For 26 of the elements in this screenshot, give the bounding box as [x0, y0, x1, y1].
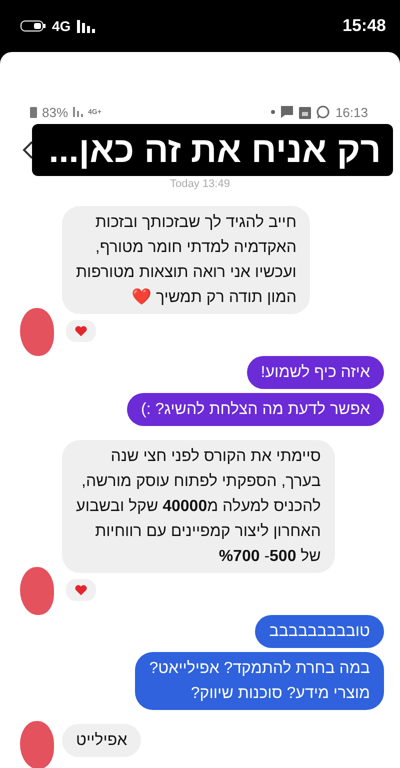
caption-overlay: רק אניח את זה כאן... [32, 124, 393, 176]
network-label: 4G [52, 18, 71, 34]
sent-message: איזה כיף לשמוע! [246, 356, 384, 389]
signal-icon [73, 107, 84, 117]
heart-icon [74, 583, 88, 597]
sent-message: אפשר לדעת מה הצלחת להשיג? :) [127, 393, 384, 426]
message-icon [280, 105, 294, 119]
redaction-blob [20, 567, 54, 615]
clock: 16:13 [335, 104, 368, 120]
calendar-icon [299, 106, 312, 118]
signal-icon [76, 20, 95, 32]
battery-icon [20, 20, 46, 32]
battery-icon [30, 106, 37, 118]
heart-icon [74, 324, 88, 338]
sent-message: במה בחרת להתמקד? אפילייאט? מוצרי מידע? סוכנות שיווק? [135, 652, 384, 710]
received-message: אפילייט [62, 724, 142, 757]
chat-bubble-icon [316, 105, 330, 119]
sent-message: טובבבבבבבבב [255, 615, 384, 648]
battery-percent: 83% [42, 104, 68, 120]
back-icon[interactable] [22, 140, 34, 160]
dot-icon [271, 110, 276, 114]
clock: 15:48 [342, 16, 386, 36]
redaction-blob [20, 308, 54, 356]
received-message: חייב להגיד לך שבזכותך ובזכות האקדמיה למדתי חומר מטורף, ועכשיו אני רואה תוצאות מטורפות המון תודה רק תמשיך ❤ [62, 206, 310, 314]
date-label: Today 13:49 [169, 178, 231, 190]
redaction-blob [20, 721, 54, 768]
